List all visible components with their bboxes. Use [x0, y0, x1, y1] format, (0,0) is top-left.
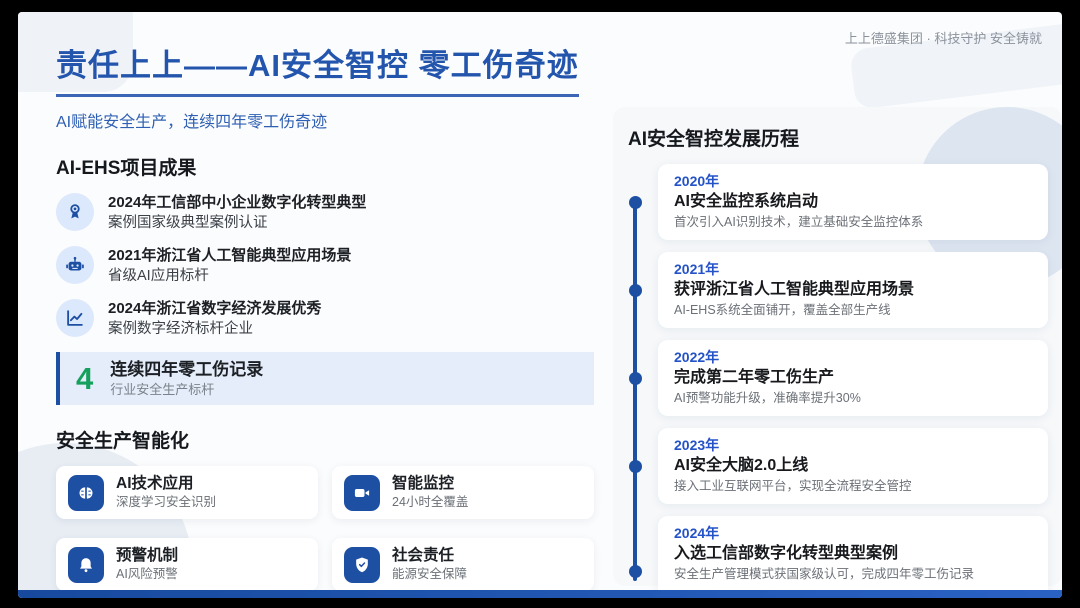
- timeline-year: 2024年: [674, 524, 1032, 542]
- timeline-line: [633, 206, 637, 581]
- timeline-dot: [629, 372, 642, 385]
- achievement-item: 2024年工信部中小企业数字化转型典型 案例国家级典型案例认证: [56, 193, 608, 233]
- chart-icon: [56, 299, 94, 337]
- timeline-title: AI安全监控系统启动: [674, 191, 1032, 212]
- award-icon: [56, 193, 94, 231]
- slide: 上上德盛集团 · 科技守护 安全铸就 责任上上——AI安全智控 零工伤奇迹 AI…: [18, 12, 1062, 598]
- timeline-title: AI安全大脑2.0上线: [674, 455, 1032, 476]
- timeline-item-2021: 2021年 获评浙江省人工智能典型应用场景 AI-EHS系统全面铺开，覆盖全部生…: [658, 252, 1048, 328]
- achievement-line1: 2024年工信部中小企业数字化转型典型: [108, 193, 366, 213]
- bottom-accent-bar: [18, 590, 1062, 598]
- ai-brain-icon: [68, 475, 104, 511]
- achievement-item: 2024年浙江省数字经济发展优秀 案例数字经济标杆企业: [56, 299, 608, 339]
- capabilities-grid: AI技术应用 深度学习安全识别 智能监控 24小时全覆盖: [56, 466, 608, 591]
- timeline-dot: [629, 284, 642, 297]
- timeline-year: 2023年: [674, 436, 1032, 454]
- capabilities-heading: 安全生产智能化: [56, 426, 608, 453]
- timeline-desc: 接入工业互联网平台，实现全流程安全管控: [674, 478, 1032, 495]
- capability-card-alert: 预警机制 AI风险预警: [56, 538, 318, 591]
- achievement-line2: 案例国家级典型案例认证: [108, 213, 366, 233]
- timeline-desc: 首次引入AI识别技术，建立基础安全监控体系: [674, 214, 1032, 231]
- achievement-item: 2021年浙江省人工智能典型应用场景 省级AI应用标杆: [56, 246, 608, 286]
- timeline-desc: AI预警功能升级，准确率提升30%: [674, 390, 1032, 407]
- timeline-desc: AI-EHS系统全面铺开，覆盖全部生产线: [674, 302, 1032, 319]
- bell-icon: [68, 547, 104, 583]
- timeline-desc: 安全生产管理模式获国家级认可，完成四年零工伤记录: [674, 566, 1032, 583]
- left-column: 责任上上——AI安全智控 零工伤奇迹 AI赋能安全生产，连续四年零工伤奇迹 AI…: [56, 40, 608, 591]
- page-subtitle: AI赋能安全生产，连续四年零工伤奇迹: [56, 108, 608, 132]
- capability-card-responsibility: 社会责任 能源安全保障: [332, 538, 594, 591]
- achievements-heading: AI-EHS项目成果: [56, 153, 608, 180]
- page-title: 责任上上——AI安全智控 零工伤奇迹: [56, 40, 579, 97]
- timeline-item-2020: 2020年 AI安全监控系统启动 首次引入AI识别技术，建立基础安全监控体系: [658, 164, 1048, 240]
- timeline-title: 获评浙江省人工智能典型应用场景: [674, 279, 1032, 300]
- timeline: 2020年 AI安全监控系统启动 首次引入AI识别技术，建立基础安全监控体系 2…: [628, 164, 1048, 598]
- highlight-number: 4: [76, 363, 93, 394]
- timeline-heading: AI安全智控发展历程: [628, 124, 1048, 151]
- achievement-line1: 2024年浙江省数字经济发展优秀: [108, 299, 321, 319]
- timeline-dot: [629, 565, 642, 578]
- timeline-panel: AI安全智控发展历程 2020年 AI安全监控系统启动 首次引入AI识别技术，建…: [628, 124, 1048, 598]
- capability-subtitle: 24小时全覆盖: [392, 494, 468, 511]
- highlight-title: 连续四年零工伤记录: [110, 359, 263, 381]
- timeline-title: 完成第二年零工伤生产: [674, 367, 1032, 388]
- corner-tagline: 上上德盛集团 · 科技守护 安全铸就: [845, 28, 1042, 47]
- achievement-line1: 2021年浙江省人工智能典型应用场景: [108, 246, 351, 266]
- capability-title: 社会责任: [392, 546, 467, 566]
- capability-title: AI技术应用: [116, 474, 216, 494]
- achievement-line2: 省级AI应用标杆: [108, 266, 351, 286]
- timeline-item-2023: 2023年 AI安全大脑2.0上线 接入工业互联网平台，实现全流程安全管控: [658, 428, 1048, 504]
- highlight-subtitle: 行业安全生产标杆: [110, 381, 263, 398]
- capability-card-ai: AI技术应用 深度学习安全识别: [56, 466, 318, 519]
- shield-icon: [344, 547, 380, 583]
- capability-card-monitor: 智能监控 24小时全覆盖: [332, 466, 594, 519]
- camera-icon: [344, 475, 380, 511]
- timeline-item-2022: 2022年 完成第二年零工伤生产 AI预警功能升级，准确率提升30%: [658, 340, 1048, 416]
- achievements-list: 2024年工信部中小企业数字化转型典型 案例国家级典型案例认证 2021年浙江省…: [56, 193, 608, 339]
- timeline-year: 2021年: [674, 260, 1032, 278]
- capability-title: 预警机制: [116, 546, 178, 566]
- timeline-dot: [629, 196, 642, 209]
- timeline-year: 2020年: [674, 172, 1032, 190]
- capability-subtitle: 深度学习安全识别: [116, 494, 216, 511]
- timeline-dot: [629, 460, 642, 473]
- timeline-year: 2022年: [674, 348, 1032, 366]
- capability-title: 智能监控: [392, 474, 468, 494]
- zero-injury-highlight: 4 连续四年零工伤记录 行业安全生产标杆: [56, 352, 594, 405]
- robot-icon: [56, 246, 94, 284]
- capability-subtitle: 能源安全保障: [392, 566, 467, 583]
- timeline-item-2024: 2024年 入选工信部数字化转型典型案例 安全生产管理模式获国家级认可，完成四年…: [658, 516, 1048, 598]
- capability-subtitle: AI风险预警: [116, 566, 178, 583]
- achievement-line2: 案例数字经济标杆企业: [108, 319, 321, 339]
- timeline-title: 入选工信部数字化转型典型案例: [674, 543, 1032, 564]
